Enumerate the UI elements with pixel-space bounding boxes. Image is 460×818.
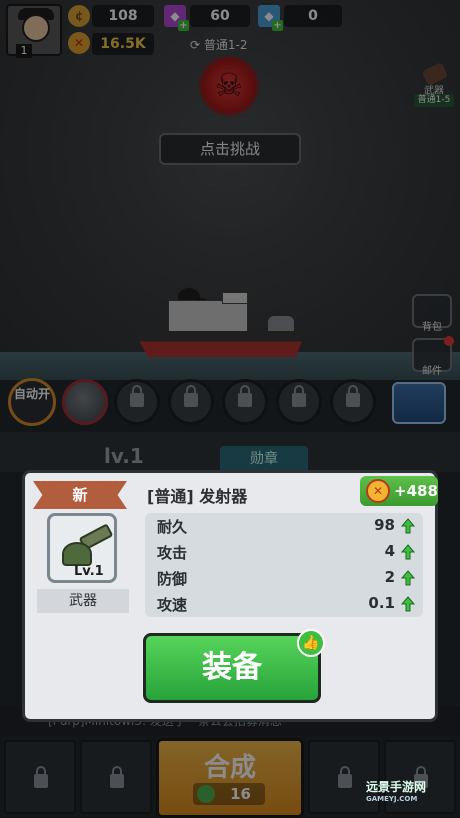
launcher-icon <box>62 542 92 566</box>
new-item-dialog: 新 [普通] 发射器 ✕ +488 Lv.1 武器 耐久 98 攻击 4 防御 … <box>22 470 438 722</box>
stat-row: 攻击 4 <box>145 539 423 565</box>
stat-value: 2 <box>384 568 395 586</box>
watermark-text: 远景手游网 <box>366 780 427 794</box>
increase-arrow-icon <box>401 544 415 560</box>
watermark: 远景手游网 GAMEYJ.COM <box>366 778 458 814</box>
stat-row: 耐久 98 <box>145 513 423 539</box>
item-title: [普通] 发射器 <box>147 487 248 506</box>
increase-arrow-icon <box>401 570 415 586</box>
stat-name: 防御 <box>157 570 188 588</box>
stat-value: 98 <box>374 516 395 534</box>
stat-name: 攻速 <box>157 596 188 614</box>
power-icon: ✕ <box>366 479 390 503</box>
stat-name: 攻击 <box>157 544 188 562</box>
increase-arrow-icon <box>401 596 415 612</box>
stat-row: 防御 2 <box>145 565 423 591</box>
item-card: Lv.1 <box>47 513 117 583</box>
stats-table: 耐久 98 攻击 4 防御 2 攻速 0.1 <box>145 513 423 617</box>
increase-arrow-icon <box>401 518 415 534</box>
equip-button[interactable]: 装备 <box>143 633 321 703</box>
stat-value: 0.1 <box>368 594 395 612</box>
stat-value: 4 <box>384 542 395 560</box>
thumbs-up-icon: 👍 <box>297 629 325 657</box>
power-delta: +488 <box>394 482 438 500</box>
power-delta-badge: ✕ +488 <box>360 476 438 506</box>
stat-name: 耐久 <box>157 518 188 536</box>
new-badge: 新 <box>33 481 127 509</box>
stat-row: 攻速 0.1 <box>145 591 423 617</box>
watermark-sub: GAMEYJ.COM <box>366 795 418 803</box>
item-level: Lv.1 <box>74 564 104 579</box>
item-type: 武器 <box>37 589 129 613</box>
